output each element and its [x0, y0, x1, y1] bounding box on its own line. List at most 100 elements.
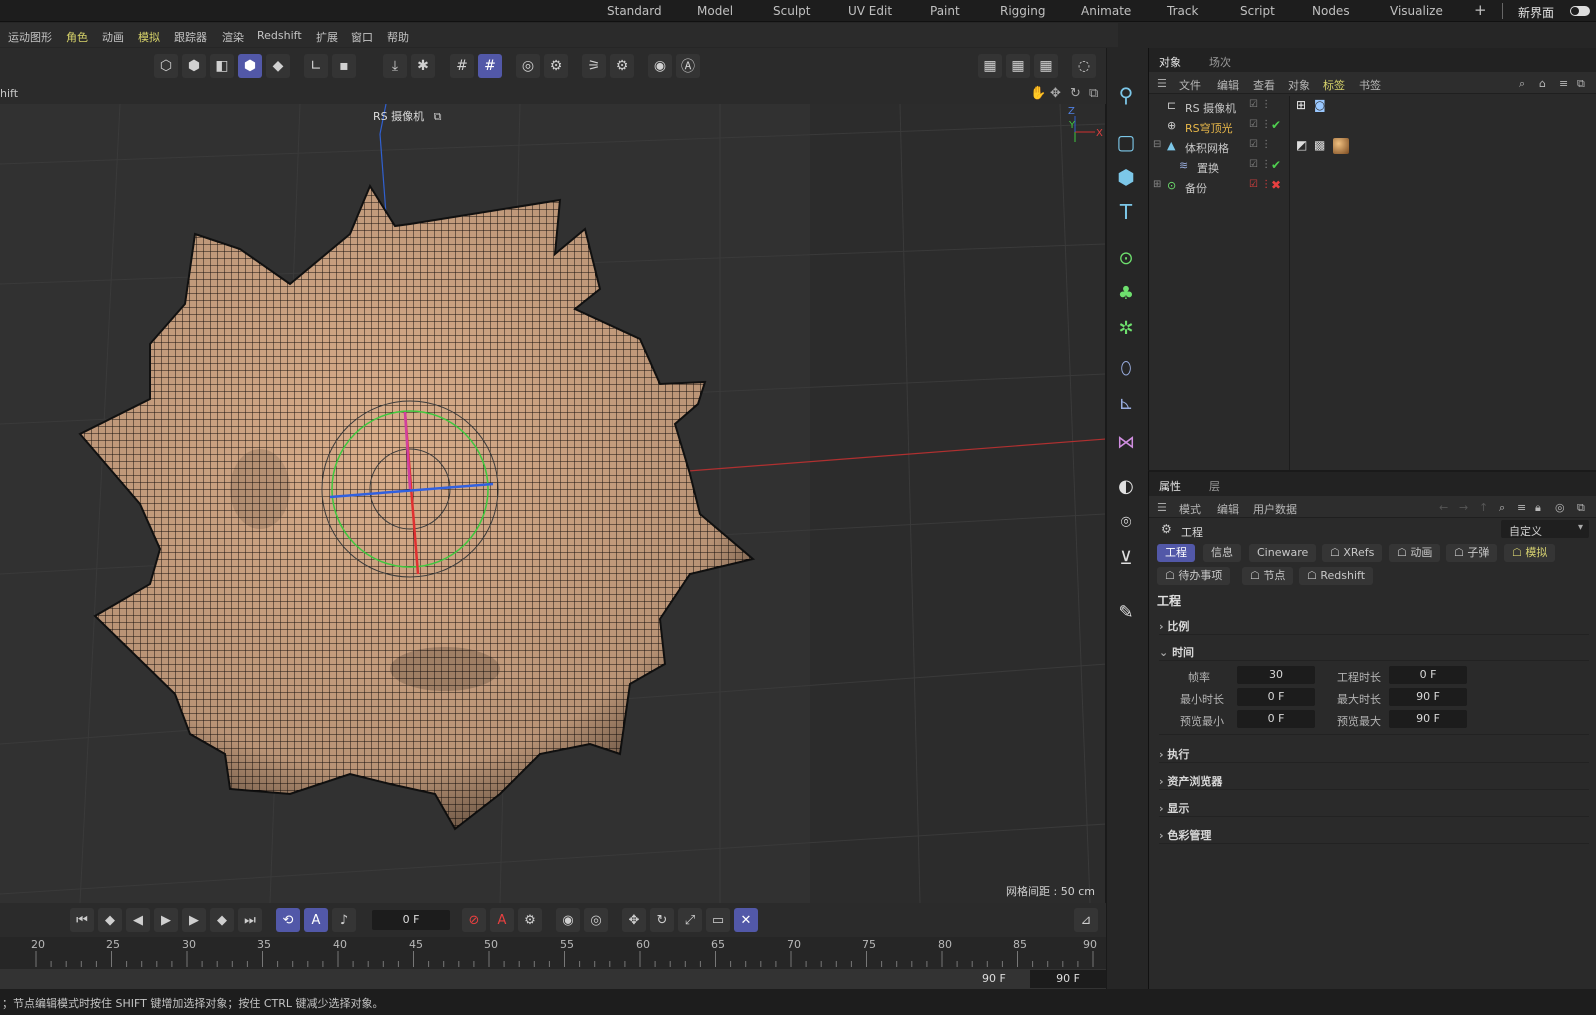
workspace-animate[interactable]: Animate	[1081, 4, 1131, 18]
editor-visibility-dots[interactable]: ☑ ⋮	[1249, 99, 1271, 110]
scale-key-icon[interactable]: ⤢	[678, 908, 702, 932]
group-scale[interactable]: › 比例	[1159, 618, 1189, 634]
rotate-key-icon[interactable]: ↻	[650, 908, 674, 932]
field-icon[interactable]: ⋈	[1112, 428, 1140, 456]
menu-render[interactable]: 渲染	[222, 29, 244, 45]
active-camera-label[interactable]: RS 摄像机 ⧉	[373, 108, 441, 124]
previous-key-icon[interactable]: ◆	[98, 908, 122, 932]
spiked-mesh-object[interactable]	[78, 183, 756, 831]
timeline-ruler[interactable]: 20 25 30 35 40 45 50 55 60 65 70 75 80 8…	[0, 937, 1106, 969]
tab-objects[interactable]: 对象	[1159, 54, 1181, 70]
workspace-model[interactable]: Model	[697, 4, 733, 18]
preview-min-input[interactable]: 0 F	[1237, 710, 1315, 728]
ptab-bullet[interactable]: ☖ 子弹	[1446, 544, 1498, 562]
phong-tag-icon[interactable]: ◩	[1296, 138, 1307, 152]
ptab-animation[interactable]: ☖ 动画	[1389, 544, 1441, 562]
snap-settings-icon[interactable]: ✱	[411, 54, 435, 78]
list-item[interactable]: ⊕ RS穹顶光 ☑ ⋮ ✔	[1149, 117, 1596, 137]
workspace-standard[interactable]: Standard	[607, 4, 662, 18]
up-arrow-icon[interactable]: ↑	[1479, 501, 1488, 514]
disabled-x-icon[interactable]: ✖	[1271, 178, 1281, 192]
editor-visibility-dots[interactable]: ☑ ⋮	[1249, 179, 1271, 190]
enabled-check-icon[interactable]: ✔	[1271, 158, 1281, 172]
autokey-icon[interactable]: A	[490, 908, 514, 932]
om-menu-view[interactable]: 查看	[1253, 77, 1275, 93]
go-to-start-icon[interactable]: ⏮	[70, 908, 94, 932]
viewport-canvas[interactable]	[0, 104, 1106, 903]
fps-input[interactable]: 30	[1237, 666, 1315, 684]
camera-icon[interactable]: ⌾	[1112, 508, 1140, 536]
gear-deformer-icon[interactable]: ✲	[1112, 314, 1140, 342]
next-frame-icon[interactable]: ▶	[182, 908, 206, 932]
popout-icon[interactable]: ⧉	[1577, 501, 1585, 515]
current-frame-input[interactable]: 0 F	[372, 910, 450, 930]
filter-icon[interactable]: ≡	[1517, 501, 1526, 514]
maximize-view-icon[interactable]: ⧉	[1089, 86, 1098, 101]
forward-arrow-icon[interactable]: →	[1459, 501, 1468, 514]
point-mode-icon[interactable]: ◧	[210, 54, 234, 78]
am-menu-edit[interactable]: 编辑	[1217, 501, 1239, 517]
timeline-curve-icon[interactable]: ⊿	[1074, 908, 1098, 932]
redshift-ipr-icon[interactable]: ◌	[1072, 54, 1096, 78]
target-icon[interactable]: ◎	[1555, 501, 1565, 514]
home-icon[interactable]: ⌂	[1539, 77, 1546, 90]
sound-icon[interactable]: ♪	[332, 908, 356, 932]
magnet-icon[interactable]: ⤓	[383, 54, 407, 78]
render-settings-icon[interactable]: ▦	[1034, 54, 1058, 78]
hamburger-icon[interactable]: ☰	[1157, 501, 1167, 514]
editor-visibility-dots[interactable]: ☑ ⋮	[1249, 159, 1271, 170]
workspace-sculpt[interactable]: Sculpt	[773, 4, 810, 18]
max-time-input[interactable]: 90 F	[1389, 688, 1467, 706]
play-icon[interactable]: ▶	[154, 908, 178, 932]
workspace-track[interactable]: Track	[1167, 4, 1198, 18]
om-menu-edit[interactable]: 编辑	[1217, 77, 1239, 93]
lock-view-icon[interactable]: ◉	[648, 54, 672, 78]
symmetry-icon[interactable]: ⚞	[582, 54, 606, 78]
editor-visibility-dots[interactable]: ☑ ⋮	[1249, 139, 1271, 150]
filter-icon[interactable]: ≡	[1559, 77, 1568, 90]
list-item[interactable]: ⊏ RS 摄像机 ☑ ⋮ ⊞ ◙	[1149, 97, 1596, 117]
object-name[interactable]: 置换	[1197, 160, 1219, 176]
object-name[interactable]: 体积网格	[1185, 140, 1229, 156]
menu-mograph[interactable]: 运动图形	[8, 29, 52, 45]
sketch-tool-icon[interactable]: ✎	[1112, 598, 1140, 626]
expand-icon[interactable]: ⊞	[1153, 179, 1161, 190]
mesh-mode-icon[interactable]: ⬢	[182, 54, 206, 78]
key-pos-icon[interactable]: ◉	[556, 908, 580, 932]
preview-max-input[interactable]: 90 F	[1389, 710, 1467, 728]
add-workspace-button[interactable]: +	[1474, 1, 1487, 19]
preview-range-bar[interactable]: 90 F 90 F	[0, 969, 1106, 989]
om-menu-object[interactable]: 对象	[1288, 77, 1310, 93]
menu-help[interactable]: 帮助	[387, 29, 409, 45]
uv-mode-icon[interactable]: ◆	[266, 54, 290, 78]
ptab-info[interactable]: 信息	[1203, 544, 1241, 562]
back-arrow-icon[interactable]: ←	[1439, 501, 1448, 514]
workspace-nodes[interactable]: Nodes	[1312, 4, 1350, 18]
view-menu-label[interactable]: hift	[0, 87, 18, 100]
menu-tracker[interactable]: 跟踪器	[174, 29, 207, 45]
hamburger-icon[interactable]: ☰	[1157, 77, 1167, 90]
am-menu-userdata[interactable]: 用户数据	[1253, 501, 1297, 517]
new-layout-toggle[interactable]	[1570, 6, 1590, 16]
soft-select-settings-icon[interactable]: ⚙	[544, 54, 568, 78]
camera-tag-icon[interactable]: ⊞	[1296, 98, 1306, 112]
spline-generator-icon[interactable]: ⊙	[1112, 244, 1140, 272]
render-picture-icon[interactable]: ▦	[1006, 54, 1030, 78]
project-length-input[interactable]: 0 F	[1389, 666, 1467, 684]
object-name[interactable]: RS 摄像机	[1185, 100, 1236, 116]
pan-icon[interactable]: ✋	[1030, 86, 1046, 101]
ptab-simulation[interactable]: ☖ 模拟	[1504, 544, 1556, 562]
menu-animation[interactable]: 动画	[102, 29, 124, 45]
light-icon[interactable]: ◐	[1112, 472, 1140, 500]
ptab-todo[interactable]: ☖ 待办事项	[1157, 567, 1231, 585]
texture-mode-icon[interactable]: ▪	[332, 54, 356, 78]
group-time[interactable]: ⌄ 时间	[1159, 644, 1194, 660]
live-selection-icon[interactable]: ⚲	[1112, 81, 1140, 109]
ptab-redshift[interactable]: ☖ Redshift	[1299, 567, 1374, 585]
workspace-paint[interactable]: Paint	[930, 4, 960, 18]
workspace-visualize[interactable]: Visualize	[1390, 4, 1443, 18]
tab-layers[interactable]: 层	[1209, 478, 1220, 494]
uvw-tag-icon[interactable]: ▩	[1314, 138, 1325, 152]
preset-dropdown[interactable]: 自定义 ▾	[1501, 520, 1589, 538]
render-view-icon[interactable]: ▦	[978, 54, 1002, 78]
